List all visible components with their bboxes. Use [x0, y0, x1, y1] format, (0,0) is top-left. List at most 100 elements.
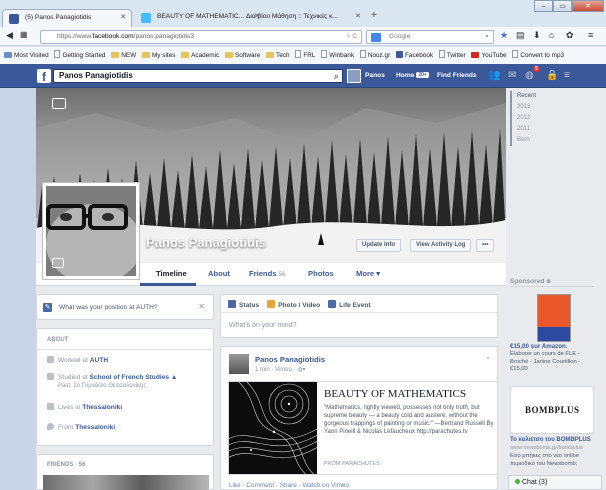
new-tab-button[interactable]: + — [371, 10, 377, 21]
about-hometown: From Thessaloniki — [47, 423, 115, 431]
year-2012[interactable]: 2012 — [512, 113, 580, 124]
embed-description: "Mathematics, rightly viewed, possesses … — [324, 405, 494, 435]
search-box[interactable]: Google ⌕ — [366, 30, 494, 44]
bookmark-most-visited[interactable]: Most Visited — [4, 47, 49, 64]
notifications-globe-icon[interactable]: ◍ — [525, 70, 534, 81]
bookmark-nooz[interactable]: Nooz.gr — [359, 47, 390, 64]
change-profile-camera-icon[interactable] — [52, 258, 64, 268]
bookmark-academic[interactable]: Academic — [181, 47, 219, 64]
addon-icon[interactable]: ✿ — [566, 30, 574, 41]
bookmark-software[interactable]: Software — [225, 47, 260, 64]
tab-more[interactable]: More ▾ — [356, 269, 380, 278]
bookmark-frl[interactable]: FRL — [295, 47, 315, 64]
post-options-chevron-icon[interactable]: ⌄ — [485, 353, 491, 361]
search-icon[interactable]: ⌕ — [334, 70, 339, 82]
life-event-tab[interactable]: Life Event — [328, 300, 371, 309]
bookmark-youtube[interactable]: YouTube — [471, 47, 507, 64]
home-icon[interactable]: ⌂ — [549, 30, 554, 40]
close-tab-icon[interactable]: ✕ — [355, 12, 361, 20]
year-born[interactable]: Born — [512, 135, 580, 146]
tab-photos[interactable]: Photos — [308, 269, 334, 278]
current-city-link[interactable]: Thessaloniki — [82, 404, 122, 411]
messages-icon[interactable]: ✉ — [508, 70, 516, 81]
back-arrow-icon[interactable]: ◀ — [6, 30, 13, 41]
bookmark-winbank[interactable]: Winbank — [321, 47, 354, 64]
tab-friends[interactable]: Friends 56 — [249, 269, 285, 278]
friend-requests-icon[interactable]: 👥 — [488, 70, 500, 81]
bookmark-star-icon[interactable]: ★ — [500, 30, 508, 41]
status-input[interactable]: What's on your mind? — [229, 322, 296, 329]
clipboard-icon[interactable]: ▤ — [516, 30, 525, 41]
tab-timeline[interactable]: Timeline — [156, 269, 187, 278]
maximize-button[interactable]: ▭ — [553, 0, 572, 12]
tab-about[interactable]: About — [208, 269, 230, 278]
dismiss-icon[interactable]: ✕ — [198, 302, 205, 311]
post-author[interactable]: Panos Panagiotidis — [255, 355, 325, 364]
nav-home[interactable]: Home 20+ — [396, 72, 429, 79]
reload-icon[interactable]: ▿ C — [347, 31, 357, 43]
search-placeholder: Google — [389, 33, 411, 40]
view-activity-log-button[interactable]: View Activity Log — [410, 239, 472, 252]
friends-title[interactable]: FRIENDS · 56 — [47, 462, 85, 468]
change-cover-camera-icon[interactable] — [52, 98, 66, 109]
browser-chrome: (5) Panos Panagiotidis ✕ BEAUTY OF MATHE… — [0, 0, 606, 64]
bookmark-new[interactable]: NEW — [111, 47, 136, 64]
chat-bar[interactable]: Chat (3) — [508, 475, 602, 490]
bookmark-facebook[interactable]: Facebook — [396, 47, 433, 64]
year-recent[interactable]: Recent — [512, 91, 580, 102]
video-embed[interactable]: BEAUTY OF MATHEMATICS "Mathematics, righ… — [228, 381, 498, 475]
book-ad-image[interactable] — [537, 294, 571, 342]
author-avatar[interactable] — [229, 354, 249, 374]
update-info-button[interactable]: Update Info — [356, 239, 401, 252]
bookmark-twitter[interactable]: Twitter — [438, 47, 466, 64]
ad2-text[interactable]: Εσύ μπήκες στο νέο online περιοδικό του … — [510, 453, 598, 468]
address-bar[interactable]: https://www.facebook.com/panos.panagioti… — [40, 30, 362, 44]
url-path: /panos.panagiotidis3 — [133, 33, 195, 40]
browser-tab-facebook[interactable]: (5) Panos Panagiotidis ✕ — [2, 9, 132, 27]
more-options-button[interactable]: ••• — [476, 239, 495, 252]
bookmark-getting-started[interactable]: Getting Started — [54, 47, 105, 64]
close-tab-icon[interactable]: ✕ — [120, 13, 126, 21]
school-link[interactable]: School of French Studies — [90, 374, 170, 381]
year-2013[interactable]: 2013 — [512, 102, 580, 113]
embed-title[interactable]: BEAUTY OF MATHEMATICS — [324, 388, 466, 400]
facebook-search-input[interactable]: Panos Panagiotidis ⌕ — [53, 69, 343, 83]
question-prompt-card[interactable]: ✎ What was your position at AUTH? ✕ — [36, 294, 214, 320]
download-icon[interactable]: ⬇ — [533, 30, 541, 41]
nav-find-friends[interactable]: Find Friends — [437, 72, 477, 79]
ad1-price[interactable]: €15,00 sur Amazon — [510, 343, 566, 350]
video-thumbnail[interactable] — [229, 382, 317, 474]
profile-picture[interactable] — [42, 182, 140, 280]
embed-source[interactable]: FROM PARACHUTES — [324, 461, 380, 467]
browser-tab-lifelong[interactable]: Δια βίου Μάθηση :: Τεχνικές κ... ✕ — [238, 9, 366, 27]
photo-video-tab[interactable]: Photo / Video — [267, 300, 320, 309]
nav-user[interactable]: Panos — [365, 72, 385, 79]
user-avatar-icon[interactable] — [347, 69, 361, 83]
bookmark-convert-mp3[interactable]: Convert to mp3 — [512, 47, 564, 64]
composer-actions: Status Photo / Video Life Event — [228, 300, 377, 309]
settings-menu-icon[interactable]: ≡ — [564, 70, 570, 81]
post-actions[interactable]: Like · Comment · Share · Watch on Vimeo — [229, 482, 349, 489]
friends-thumbnails[interactable] — [43, 475, 209, 490]
year-2011[interactable]: 2011 — [512, 124, 580, 135]
url-domain: facebook.com — [92, 33, 134, 40]
facebook-logo-icon[interactable]: f — [37, 69, 51, 84]
bookmark-tech[interactable]: Tech — [266, 47, 290, 64]
privacy-lock-icon[interactable]: 🔒 — [546, 70, 558, 81]
bookmark-my-sites[interactable]: My sites — [141, 47, 175, 64]
ad1-text[interactable]: Elaborer un cours de FLE - Broché - Jani… — [510, 351, 596, 374]
about-title[interactable]: ABOUT — [47, 337, 68, 343]
ad2-title[interactable]: Το κολιέτσο του BOMBPLUS — [510, 437, 591, 443]
site-info-icon[interactable]: ▦ — [20, 30, 28, 39]
status-tab[interactable]: Status — [228, 300, 259, 309]
profile-name[interactable]: Panos Panagiotidis — [146, 235, 266, 250]
close-window-button[interactable]: ✕ — [572, 0, 604, 12]
minimize-button[interactable]: – — [534, 0, 553, 12]
ad2-url[interactable]: www.newsbomb.gr/bombplus — [510, 445, 583, 451]
hometown-link[interactable]: Thessaloniki — [75, 424, 115, 431]
privacy-globe-icon: ◍▾ — [297, 367, 306, 373]
bombplus-ad-image[interactable]: BOMBPLUS — [510, 386, 594, 434]
search-icon[interactable]: ⌕ — [485, 31, 489, 43]
employer-link[interactable]: AUTH — [90, 357, 108, 364]
menu-icon[interactable]: ≡ — [588, 30, 593, 40]
